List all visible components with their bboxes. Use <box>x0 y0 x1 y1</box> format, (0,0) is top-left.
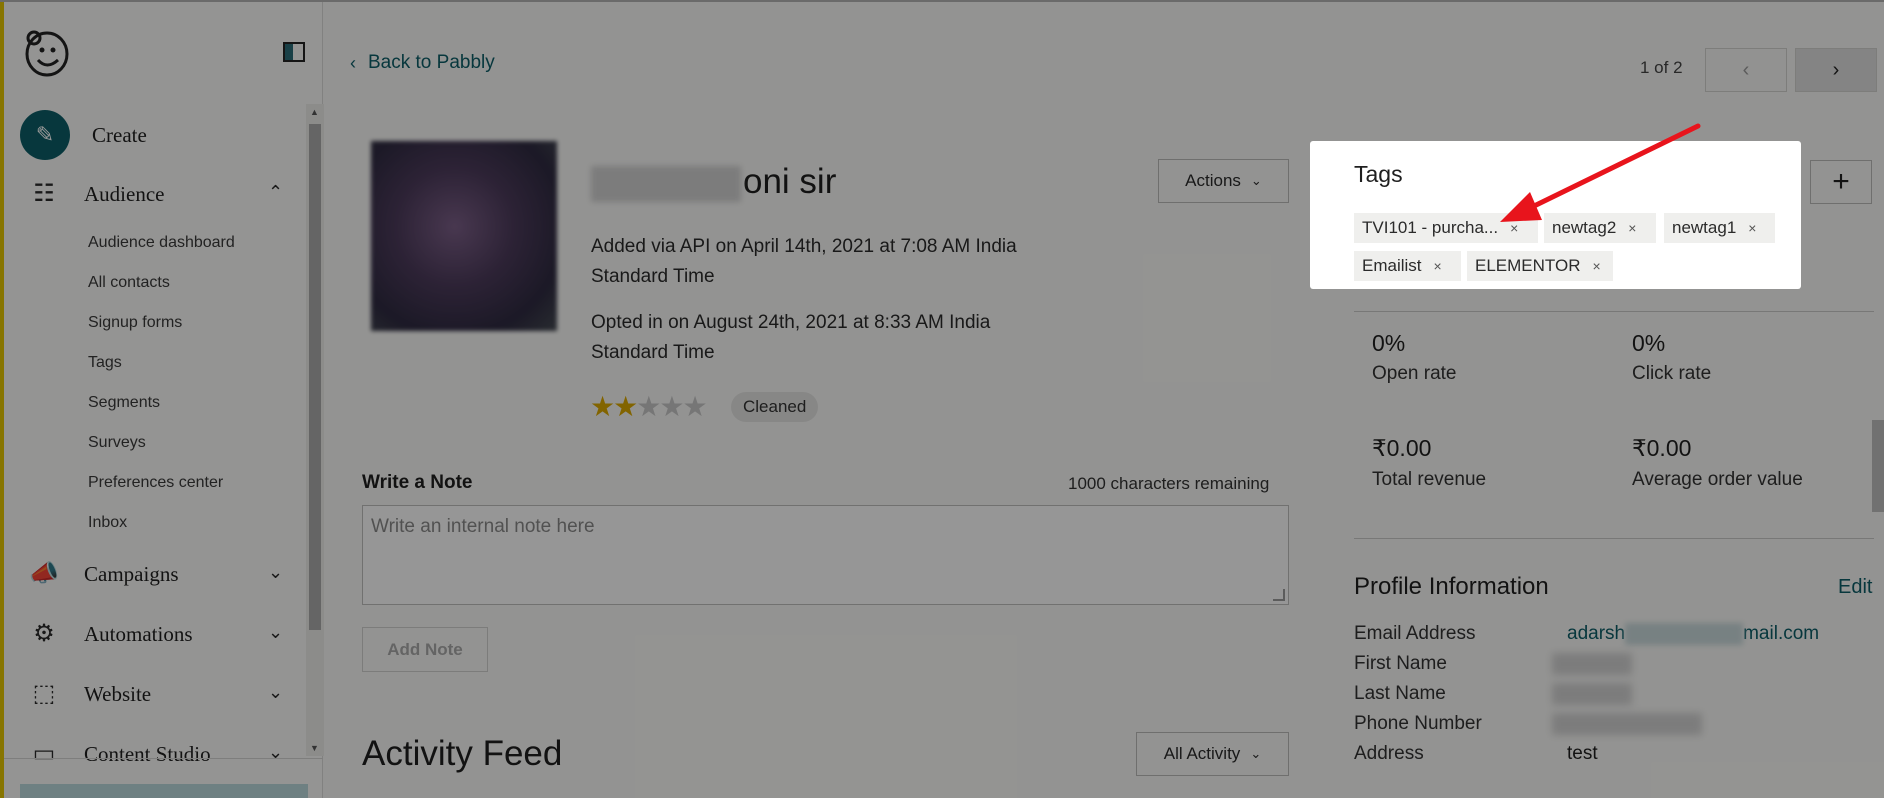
remove-tag-icon[interactable]: × <box>1593 258 1601 274</box>
tag-chip[interactable]: Emailist × <box>1354 251 1461 281</box>
remove-tag-icon[interactable]: × <box>1628 220 1636 236</box>
tag-label: Emailist <box>1362 256 1422 275</box>
modal-overlay <box>0 0 1884 798</box>
tag-label: newtag1 <box>1672 218 1737 237</box>
remove-tag-icon[interactable]: × <box>1434 258 1442 274</box>
tag-chip[interactable]: newtag2 × <box>1544 213 1656 243</box>
remove-tag-icon[interactable]: × <box>1510 220 1518 236</box>
tag-label: newtag2 <box>1552 218 1617 237</box>
tags-title: Tags <box>1354 161 1403 187</box>
tags-popup: Tags TVI101 - purcha... × newtag2 × newt… <box>1310 141 1801 289</box>
tag-chip[interactable]: TVI101 - purcha... × <box>1354 213 1538 243</box>
tag-label: TVI101 - purcha... <box>1362 218 1499 237</box>
tag-label: ELEMENTOR <box>1475 256 1581 275</box>
tag-chip[interactable]: ELEMENTOR × <box>1467 251 1613 281</box>
remove-tag-icon[interactable]: × <box>1748 220 1756 236</box>
tag-chip[interactable]: newtag1 × <box>1664 213 1775 243</box>
window-top-border <box>0 0 1884 2</box>
